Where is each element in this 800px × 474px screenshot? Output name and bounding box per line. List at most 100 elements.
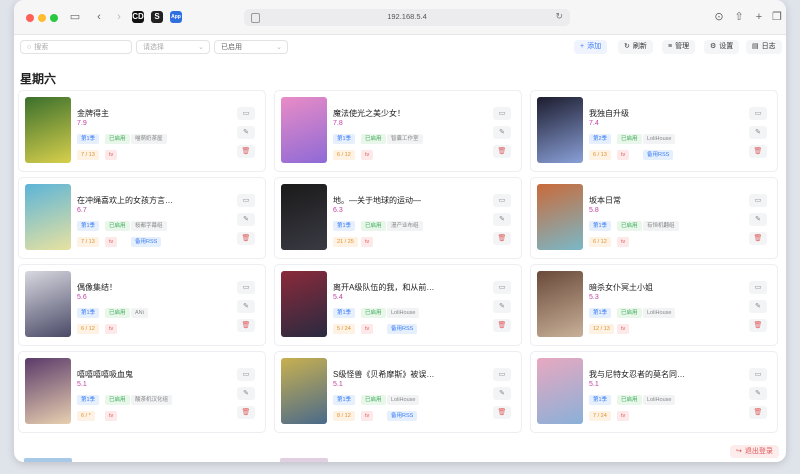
delete-button[interactable]: 🗑	[749, 232, 767, 245]
folder-button[interactable]: ▭	[237, 281, 255, 294]
tab-overview-icon[interactable]: ❐	[770, 10, 784, 24]
edit-button[interactable]: ✎	[237, 213, 255, 226]
cover-image[interactable]	[537, 97, 583, 163]
anime-title[interactable]: 离开A级队伍的我，和从前…	[333, 282, 481, 293]
subtitle-group-tag: 智囊工作室	[387, 134, 423, 144]
anime-title[interactable]: 金牌得主	[77, 108, 225, 119]
anime-card[interactable]: 坂本日常 5.8 第1季 已启用 有恒机翻组 6 / 12 tv ▭ ✎ 🗑	[530, 177, 778, 259]
cover-image[interactable]	[25, 271, 71, 337]
trash-icon: 🗑	[753, 148, 763, 155]
extension-cd-icon[interactable]: CD	[132, 11, 144, 23]
manage-button[interactable]: ≡ 管理	[662, 40, 696, 54]
anime-title[interactable]: 在冲绳喜欢上的女孩方言…	[77, 195, 225, 206]
back-icon[interactable]: ‹	[92, 10, 106, 24]
anime-card[interactable]: 离开A级队伍的我，和从前… 5.4 第1季 已启用 LoliHouse 5 / 24 tv 备…	[274, 264, 522, 346]
delete-button[interactable]: 🗑	[237, 406, 255, 419]
folder-button[interactable]: ▭	[493, 281, 511, 294]
share-icon[interactable]: ⇧	[732, 10, 746, 24]
status-tag: 已启用	[361, 221, 386, 231]
anime-card[interactable]: 金牌得主 7.9 第1季 已启用 喵萌奶茶屋 7 / 13 tv ▭ ✎ 🗑	[18, 90, 266, 172]
delete-button[interactable]: 🗑	[493, 145, 511, 158]
cover-image[interactable]	[537, 358, 583, 424]
anime-title[interactable]: 魔法使光之美少女！	[333, 108, 481, 119]
cover-image[interactable]	[281, 184, 327, 250]
edit-button[interactable]: ✎	[237, 387, 255, 400]
folder-button[interactable]: ▭	[493, 194, 511, 207]
forward-icon[interactable]: ›	[112, 10, 126, 24]
anime-title[interactable]: 暗杀女仆冥土小姐	[589, 282, 737, 293]
cover-image[interactable]	[25, 358, 71, 424]
anime-title[interactable]: S级怪兽《贝希摩斯》被误…	[333, 369, 481, 380]
cover-image[interactable]	[25, 97, 71, 163]
maximize-window-icon[interactable]	[50, 14, 58, 22]
folder-button[interactable]: ▭	[237, 107, 255, 120]
address-bar[interactable]: 192.168.5.4 ↻	[244, 9, 570, 26]
anime-title[interactable]: 我与尼特女忍者的莫名同…	[589, 369, 737, 380]
folder-button[interactable]: ▭	[237, 368, 255, 381]
folder-button[interactable]: ▭	[493, 107, 511, 120]
edit-button[interactable]: ✎	[749, 126, 767, 139]
delete-button[interactable]: 🗑	[493, 406, 511, 419]
cover-image[interactable]	[281, 358, 327, 424]
edit-button[interactable]: ✎	[493, 387, 511, 400]
delete-button[interactable]: 🗑	[749, 319, 767, 332]
anime-card[interactable]: 偶像集结！ 5.6 第1季 已启用 ANi 6 / 12 tv ▭ ✎ 🗑	[18, 264, 266, 346]
edit-button[interactable]: ✎	[493, 213, 511, 226]
minimize-window-icon[interactable]	[38, 14, 46, 22]
close-window-icon[interactable]	[26, 14, 34, 22]
settings-button[interactable]: ⚙ 设置	[704, 40, 740, 54]
anime-card[interactable]: S级怪兽《贝希摩斯》被误… 5.1 第1季 已启用 LoliHouse 8 / 12 tv 备…	[274, 351, 522, 433]
cover-image[interactable]	[537, 271, 583, 337]
extension-app-icon[interactable]: App	[170, 11, 182, 23]
logout-button[interactable]: ↪ 退出登录	[730, 445, 779, 458]
folder-button[interactable]: ▭	[493, 368, 511, 381]
edit-button[interactable]: ✎	[493, 300, 511, 313]
folder-button[interactable]: ▭	[237, 194, 255, 207]
anime-title[interactable]: 坂本日常	[589, 195, 737, 206]
cover-image[interactable]	[281, 271, 327, 337]
browser-chrome: ▭ ‹ › CD S App 192.168.5.4 ↻ ⊙ ⇧ + ❐	[14, 0, 786, 35]
search-input[interactable]: ○ 搜索	[20, 40, 132, 54]
anime-card[interactable]: 我独自升级 7.4 第2季 已启用 LoliHouse 6 / 13 tv 备用RSS ▭ ✎ 🗑	[530, 90, 778, 172]
edit-button[interactable]: ✎	[749, 300, 767, 313]
cover-image[interactable]	[537, 184, 583, 250]
anime-card[interactable]: 在冲绳喜欢上的女孩方言… 6.7 第1季 已启用 桜都字幕组 7 / 13 tv 备用RSS ▭…	[18, 177, 266, 259]
category-select[interactable]: 请选择 ⌄	[136, 40, 210, 54]
add-button[interactable]: + 添加	[574, 40, 608, 54]
delete-button[interactable]: 🗑	[493, 319, 511, 332]
folder-button[interactable]: ▭	[749, 281, 767, 294]
cover-image[interactable]	[281, 97, 327, 163]
new-tab-icon[interactable]: +	[752, 10, 766, 24]
anime-title[interactable]: 我独自升级	[589, 108, 737, 119]
sidebar-toggle-icon[interactable]: ▭	[68, 10, 82, 24]
folder-button[interactable]: ▭	[749, 194, 767, 207]
reload-icon[interactable]: ↻	[555, 11, 563, 22]
delete-button[interactable]: 🗑	[749, 406, 767, 419]
anime-title[interactable]: 地。—关于地球的运动—	[333, 195, 481, 206]
delete-button[interactable]: 🗑	[493, 232, 511, 245]
edit-button[interactable]: ✎	[237, 126, 255, 139]
folder-button[interactable]: ▭	[749, 368, 767, 381]
anime-card[interactable]: 魔法使光之美少女！ 7.8 第1季 已启用 智囊工作室 6 / 12 tv ▭ ✎ 🗑	[274, 90, 522, 172]
extension-s-icon[interactable]: S	[151, 11, 163, 23]
anime-card[interactable]: 地。—关于地球的运动— 6.3 第1季 已启用 漫产业布组 21 / 25 tv ▭ ✎ 🗑	[274, 177, 522, 259]
edit-button[interactable]: ✎	[749, 213, 767, 226]
anime-card[interactable]: 我与尼特女忍者的莫名同… 5.1 第1季 已启用 LoliHouse 7 / 24 tv ▭ ✎…	[530, 351, 778, 433]
anime-card[interactable]: 暗杀女仆冥土小姐 5.3 第1季 已启用 LoliHouse 12 / 13 tv ▭ ✎ 🗑	[530, 264, 778, 346]
refresh-button[interactable]: ↻ 刷新	[618, 40, 653, 54]
delete-button[interactable]: 🗑	[237, 145, 255, 158]
edit-button[interactable]: ✎	[237, 300, 255, 313]
edit-button[interactable]: ✎	[749, 387, 767, 400]
cover-image[interactable]	[25, 184, 71, 250]
delete-button[interactable]: 🗑	[237, 232, 255, 245]
downloads-icon[interactable]: ⊙	[712, 10, 726, 24]
anime-title[interactable]: 偶像集结！	[77, 282, 225, 293]
folder-button[interactable]: ▭	[749, 107, 767, 120]
status-select[interactable]: 已启用 ⌄	[214, 40, 288, 54]
delete-button[interactable]: 🗑	[237, 319, 255, 332]
delete-button[interactable]: 🗑	[749, 145, 767, 158]
anime-card[interactable]: 嘻嘻嘻嘻吸血鬼 5.1 第1季 已启用 酸茶机汉化组 6 / * tv ▭ ✎ 🗑	[18, 351, 266, 433]
log-button[interactable]: ▤ 日志	[746, 40, 782, 54]
edit-button[interactable]: ✎	[493, 126, 511, 139]
anime-title[interactable]: 嘻嘻嘻嘻吸血鬼	[77, 369, 225, 380]
